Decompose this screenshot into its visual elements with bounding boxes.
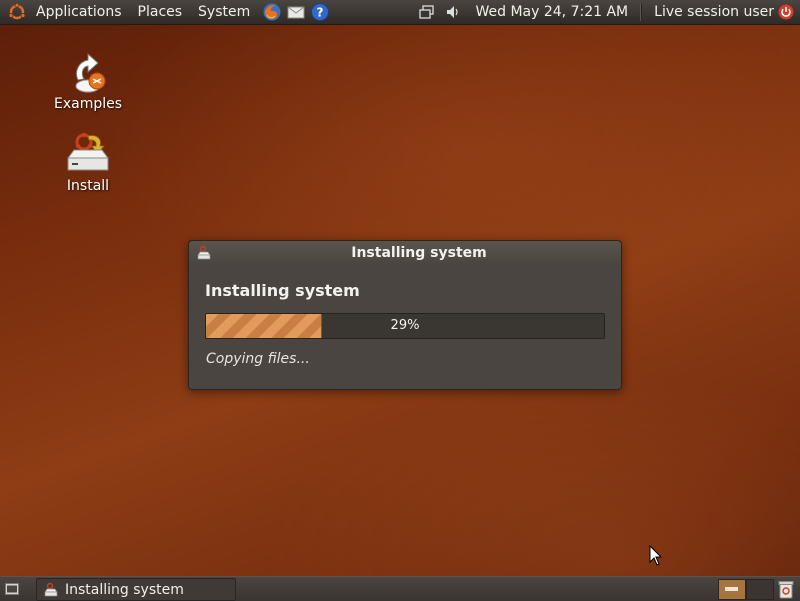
workspace-2[interactable] <box>746 579 774 600</box>
mail-icon[interactable] <box>286 2 306 22</box>
desktop-icon-examples[interactable]: Examples <box>48 50 128 112</box>
install-icon <box>44 582 58 596</box>
menu-system[interactable]: System <box>190 0 258 24</box>
workspace-1[interactable] <box>718 579 746 600</box>
network-icon[interactable] <box>418 4 435 20</box>
panel-separator <box>640 3 643 21</box>
menu-applications[interactable]: Applications <box>28 0 130 24</box>
desktop-icon-label: Examples <box>53 96 123 112</box>
mouse-cursor-icon <box>649 545 663 566</box>
ubuntu-logo-icon[interactable] <box>8 3 26 21</box>
menu-places[interactable]: Places <box>130 0 191 24</box>
help-icon[interactable]: ? <box>310 2 330 22</box>
show-desktop-icon[interactable] <box>4 581 20 597</box>
bottom-panel: Installing system <box>0 576 800 601</box>
top-panel: Applications Places System ? Wed May 24,… <box>0 0 800 25</box>
dialog-title: Installing system <box>351 245 487 261</box>
progress-percent: 29% <box>390 318 420 333</box>
progress-bar: 29% <box>205 313 605 339</box>
user-menu[interactable]: Live session user <box>644 0 778 24</box>
desktop-icon-install[interactable]: Install <box>48 130 128 194</box>
clock[interactable]: Wed May 24, 7:21 AM <box>466 0 639 24</box>
trash-icon[interactable] <box>777 579 795 599</box>
install-progress-dialog: Installing system Installing system 29% … <box>188 240 622 390</box>
firefox-icon[interactable] <box>262 2 282 22</box>
examples-icon <box>75 52 106 93</box>
taskbar-button-label: Installing system <box>65 581 184 598</box>
svg-text:?: ? <box>317 6 324 20</box>
desktop-icon-label: Install <box>66 178 110 194</box>
volume-icon[interactable] <box>445 4 461 20</box>
dialog-titlebar[interactable]: Installing system <box>189 241 621 265</box>
taskbar-button-installing-system[interactable]: Installing system <box>36 578 236 601</box>
power-icon[interactable] <box>778 4 794 20</box>
dialog-heading: Installing system <box>205 281 360 300</box>
install-icon <box>67 132 109 171</box>
progress-status: Copying files... <box>206 351 310 367</box>
